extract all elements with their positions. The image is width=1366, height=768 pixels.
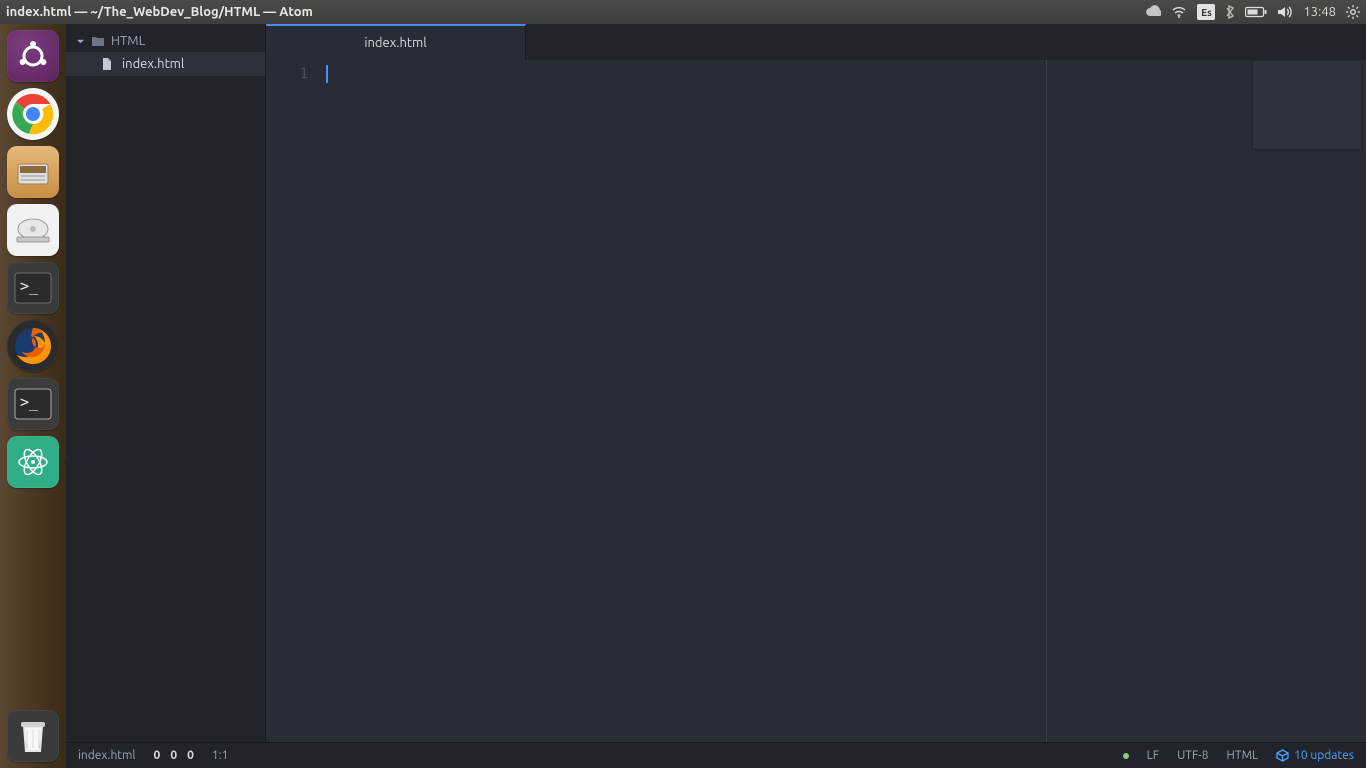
unity-launcher: >_ >_: [0, 24, 66, 768]
launcher-terminal[interactable]: >_: [7, 262, 59, 314]
tree-root-label: HTML: [111, 34, 145, 48]
line-number-gutter: 1: [266, 60, 326, 742]
launcher-firefox[interactable]: [7, 320, 59, 372]
text-cursor: [326, 65, 328, 83]
status-updates[interactable]: 10 updates: [1276, 749, 1354, 762]
tab-index-html[interactable]: index.html: [266, 24, 526, 60]
launcher-atom[interactable]: [7, 436, 59, 488]
volume-icon[interactable]: [1277, 5, 1293, 19]
package-icon: [1276, 749, 1289, 762]
tree-view[interactable]: HTML index.html: [66, 24, 266, 742]
svg-text:>_: >_: [20, 277, 39, 295]
status-encoding[interactable]: UTF-8: [1177, 749, 1208, 762]
gear-icon[interactable]: [1346, 5, 1360, 19]
status-git-counts[interactable]: 0 0 0: [154, 749, 194, 762]
status-cursor-position[interactable]: 1:1: [212, 749, 229, 762]
tab-label: index.html: [364, 36, 426, 50]
keyboard-layout-indicator[interactable]: Es: [1197, 4, 1215, 20]
chevron-down-icon: [76, 37, 85, 46]
bluetooth-icon[interactable]: [1225, 5, 1235, 19]
atom-window: HTML index.html index.html 1: [66, 24, 1366, 768]
text-editor[interactable]: 1: [266, 60, 1366, 742]
status-filename[interactable]: index.html: [78, 749, 136, 762]
tab-bar: index.html: [266, 24, 1366, 60]
folder-icon: [91, 34, 105, 48]
status-grammar[interactable]: HTML: [1227, 749, 1259, 762]
tree-file-label: index.html: [122, 57, 184, 71]
os-menubar: index.html — ~/The_WebDev_Blog/HTML — At…: [0, 0, 1366, 24]
cloud-sync-icon[interactable]: [1145, 5, 1161, 19]
wrap-guide: [1046, 60, 1047, 742]
status-bar: index.html 0 0 0 1:1 LF UTF-8 HTML 10 up…: [66, 742, 1366, 768]
window-title: index.html — ~/The_WebDev_Blog/HTML — At…: [6, 5, 313, 19]
status-line-ending[interactable]: LF: [1147, 749, 1159, 762]
svg-text:>_: >_: [20, 393, 39, 411]
launcher-dash[interactable]: [7, 30, 59, 82]
launcher-disks[interactable]: [7, 204, 59, 256]
file-icon: [100, 57, 114, 71]
launcher-terminal-root[interactable]: >_: [7, 378, 59, 430]
minimap[interactable]: [1252, 60, 1362, 150]
battery-icon[interactable]: [1245, 6, 1267, 18]
clock[interactable]: 13:48: [1303, 5, 1336, 19]
line-number: 1: [266, 66, 308, 82]
launcher-nautilus[interactable]: [7, 146, 59, 198]
launcher-chrome[interactable]: [7, 88, 59, 140]
code-area[interactable]: [326, 60, 1366, 742]
wifi-icon[interactable]: [1171, 5, 1187, 19]
launcher-trash[interactable]: [7, 710, 59, 762]
editor-pane: index.html 1: [266, 24, 1366, 742]
status-indicator-dot: [1123, 753, 1129, 759]
tree-file-item[interactable]: index.html: [66, 52, 265, 76]
tree-root-folder[interactable]: HTML: [66, 30, 265, 52]
system-tray: Es 13:48: [1145, 4, 1360, 20]
